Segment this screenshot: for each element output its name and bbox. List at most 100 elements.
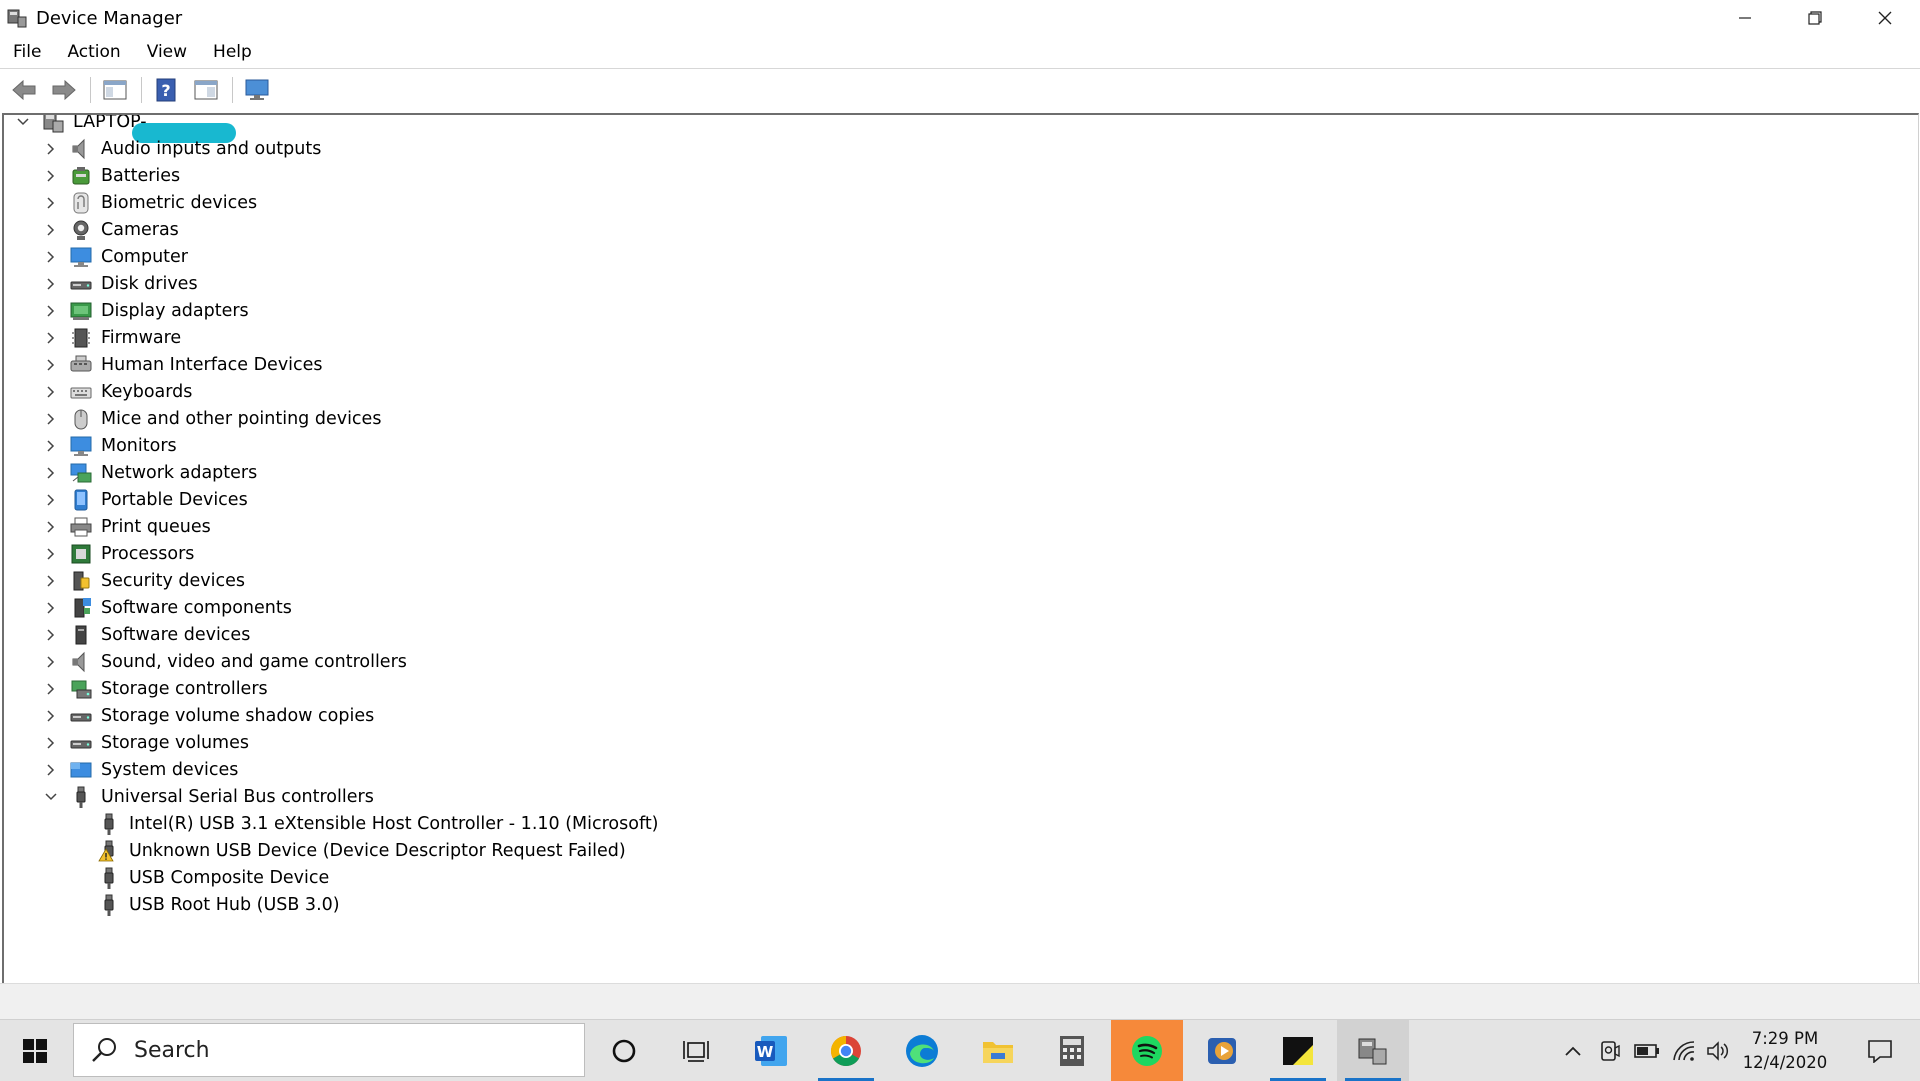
start-button[interactable] xyxy=(0,1020,70,1081)
tree-child-usb-composite-device[interactable]: USB Composite Device xyxy=(70,864,329,891)
tree-item-software-devices[interactable]: Software devices xyxy=(42,621,250,648)
tree-item-audio-inputs-and-outputs[interactable]: Audio inputs and outputs xyxy=(42,135,321,162)
tree-item-storage-volumes[interactable]: Storage volumes xyxy=(42,729,249,756)
chevron-right-icon[interactable] xyxy=(42,599,60,617)
chevron-right-icon[interactable] xyxy=(42,572,60,590)
taskbar-spotify[interactable] xyxy=(1111,1020,1183,1081)
back-arrow-icon xyxy=(12,79,36,101)
calculator-icon xyxy=(1060,1035,1084,1066)
taskbar-word[interactable]: W xyxy=(735,1020,807,1081)
close-button[interactable] xyxy=(1850,0,1920,36)
minimize-icon xyxy=(1739,17,1751,19)
tree-item-storage-volume-shadow-copies[interactable]: Storage volume shadow copies xyxy=(42,702,374,729)
tray-meet-now[interactable] xyxy=(1593,1020,1627,1081)
chevron-right-icon[interactable] xyxy=(42,248,60,266)
sticky-notes-icon xyxy=(1283,1036,1313,1065)
help-button[interactable]: ? xyxy=(150,74,182,106)
chevron-right-icon[interactable] xyxy=(42,545,60,563)
chevron-right-icon[interactable] xyxy=(42,194,60,212)
tree-item-sound-video-and-game-controllers[interactable]: Sound, video and game controllers xyxy=(42,648,407,675)
tree-item-system-devices[interactable]: System devices xyxy=(42,756,238,783)
tree-item-processors[interactable]: Processors xyxy=(42,540,194,567)
disk-drive-icon xyxy=(69,272,93,296)
chevron-right-icon[interactable] xyxy=(42,410,60,428)
tray-wifi[interactable] xyxy=(1667,1020,1701,1081)
tray-battery[interactable] xyxy=(1630,1020,1664,1081)
taskbar-chrome[interactable] xyxy=(810,1020,882,1081)
back-button[interactable] xyxy=(8,74,40,106)
minimize-button[interactable] xyxy=(1710,0,1780,36)
taskbar-media-player[interactable] xyxy=(1186,1020,1258,1081)
chevron-right-icon[interactable] xyxy=(42,518,60,536)
tree-item-print-queues[interactable]: Print queues xyxy=(42,513,211,540)
chevron-right-icon[interactable] xyxy=(42,707,60,725)
chevron-right-icon[interactable] xyxy=(42,437,60,455)
properties-button[interactable] xyxy=(190,74,222,106)
scan-hardware-button[interactable] xyxy=(241,74,273,106)
speaker-icon xyxy=(69,650,93,674)
tree-item-disk-drives[interactable]: Disk drives xyxy=(42,270,198,297)
cortana-button[interactable] xyxy=(588,1020,660,1081)
tree-item-keyboards[interactable]: Keyboards xyxy=(42,378,192,405)
chevron-right-icon[interactable] xyxy=(42,491,60,509)
taskbar-edge[interactable] xyxy=(886,1020,958,1081)
tree-child-usb-root-hub-usb-3-0[interactable]: USB Root Hub (USB 3.0) xyxy=(70,891,340,918)
tree-item-batteries[interactable]: Batteries xyxy=(42,162,180,189)
tree-item-monitors[interactable]: Monitors xyxy=(42,432,177,459)
tree-root-computer[interactable]: LAPTOP- xyxy=(14,115,147,135)
taskbar-search-box[interactable]: Search xyxy=(73,1023,585,1077)
tree-item-portable-devices[interactable]: Portable Devices xyxy=(42,486,248,513)
action-center-button[interactable] xyxy=(1850,1020,1910,1081)
chevron-right-icon[interactable] xyxy=(42,167,60,185)
restore-button[interactable] xyxy=(1780,0,1850,36)
tree-item-mice-and-other-pointing-devices[interactable]: Mice and other pointing devices xyxy=(42,405,381,432)
menu-view[interactable]: View xyxy=(134,36,200,68)
menu-file[interactable]: File xyxy=(0,36,54,68)
tree-item-universal-serial-bus-controllers[interactable]: Universal Serial Bus controllers xyxy=(42,783,374,810)
tree-item-cameras[interactable]: Cameras xyxy=(42,216,179,243)
task-view-button[interactable] xyxy=(660,1020,732,1081)
tree-item-label: USB Root Hub (USB 3.0) xyxy=(129,894,340,915)
tree-item-human-interface-devices[interactable]: Human Interface Devices xyxy=(42,351,323,378)
chevron-right-icon[interactable] xyxy=(42,680,60,698)
chevron-right-icon[interactable] xyxy=(42,383,60,401)
taskbar-device-manager[interactable] xyxy=(1337,1020,1409,1081)
forward-button[interactable] xyxy=(48,74,80,106)
chevron-right-icon[interactable] xyxy=(42,464,60,482)
chevron-right-icon[interactable] xyxy=(42,329,60,347)
taskbar-calculator[interactable] xyxy=(1036,1020,1108,1081)
chevron-right-icon[interactable] xyxy=(42,140,60,158)
tree-child-intel-usb-3-1-extensible-host-controller-1-10-microsoft[interactable]: Intel(R) USB 3.1 eXtensible Host Control… xyxy=(70,810,659,837)
menu-help[interactable]: Help xyxy=(200,36,265,68)
tree-item-label: Mice and other pointing devices xyxy=(101,408,382,429)
tree-item-software-components[interactable]: Software components xyxy=(42,594,292,621)
chevron-down-icon[interactable] xyxy=(42,788,60,806)
tree-item-computer[interactable]: Computer xyxy=(42,243,188,270)
chevron-right-icon[interactable] xyxy=(42,221,60,239)
tree-item-biometric-devices[interactable]: Biometric devices xyxy=(42,189,257,216)
toolbar: ? xyxy=(0,69,1920,111)
chevron-right-icon[interactable] xyxy=(42,356,60,374)
chevron-right-icon[interactable] xyxy=(42,761,60,779)
taskbar-file-explorer[interactable] xyxy=(962,1020,1034,1081)
chevron-right-icon[interactable] xyxy=(42,275,60,293)
tree-item-storage-controllers[interactable]: Storage controllers xyxy=(42,675,268,702)
menu-action[interactable]: Action xyxy=(54,36,133,68)
show-hide-console-tree-button[interactable] xyxy=(99,74,131,106)
chevron-right-icon[interactable] xyxy=(42,626,60,644)
system-clock[interactable]: 7:29 PM 12/4/2020 xyxy=(1730,1020,1840,1081)
chevron-right-icon[interactable] xyxy=(42,734,60,752)
svg-text:W: W xyxy=(757,1043,774,1061)
show-hidden-icons-button[interactable] xyxy=(1556,1020,1590,1081)
chevron-down-icon[interactable] xyxy=(14,115,32,131)
tree-item-display-adapters[interactable]: Display adapters xyxy=(42,297,249,324)
word-icon: W xyxy=(755,1035,787,1066)
tree-item-firmware[interactable]: Firmware xyxy=(42,324,181,351)
chevron-right-icon[interactable] xyxy=(42,653,60,671)
tree-item-security-devices[interactable]: Security devices xyxy=(42,567,245,594)
tree-item-network-adapters[interactable]: Network adapters xyxy=(42,459,257,486)
tree-child-unknown-usb-device-device-descriptor-request-failed[interactable]: Unknown USB Device (Device Descriptor Re… xyxy=(70,837,626,864)
chevron-right-icon[interactable] xyxy=(42,302,60,320)
taskbar-sticky-notes[interactable] xyxy=(1262,1020,1334,1081)
